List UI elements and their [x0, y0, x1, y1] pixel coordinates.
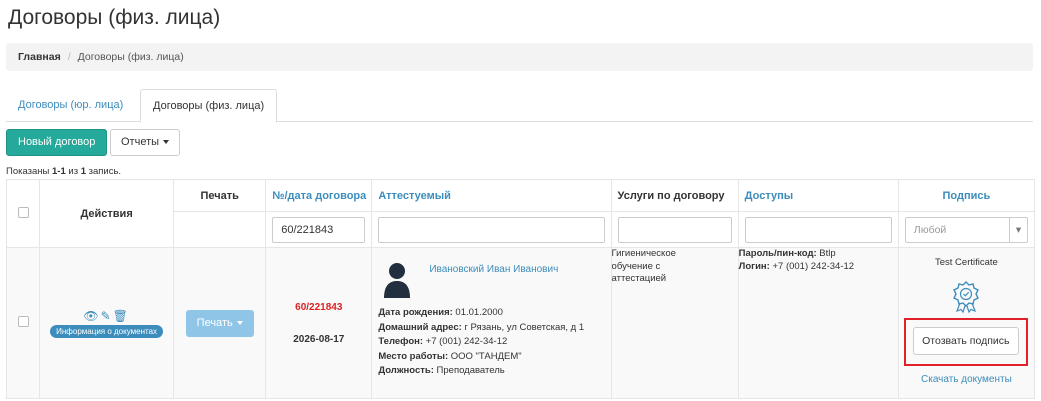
view-eye-icon[interactable]: 👁 — [83, 309, 100, 323]
certificate-name: Test Certificate — [934, 257, 998, 268]
login-label: Логин: — [738, 260, 770, 272]
contract-number: 60/221843 — [295, 301, 343, 313]
pin-value: Btlp — [819, 248, 836, 259]
row-checkbox[interactable] — [17, 316, 29, 327]
filter-signature-cell: Любой ▾ — [897, 211, 1036, 248]
position-value: Преподаватель — [436, 365, 505, 376]
row-select-cell — [5, 247, 41, 399]
col-signature-sort[interactable]: Подпись — [897, 179, 1036, 212]
service-line: аттестацией — [611, 273, 667, 284]
highlight-box: Отозвать подпись — [903, 318, 1028, 366]
contracts-table: Действия Печать №/дата договора Аттестуе… — [5, 179, 1036, 399]
table-row: 👁✎🗑 Информация о документах Печать 60/22… — [5, 247, 1036, 399]
service-line: обучение с — [611, 260, 661, 272]
phone-label: Телефон: — [378, 336, 424, 347]
select-all-checkbox[interactable] — [17, 206, 29, 218]
filter-services-cell — [610, 211, 739, 248]
filter-access-cell — [737, 211, 899, 248]
col-contract-sort[interactable]: №/дата договора — [265, 179, 373, 212]
page-title: Договоры (физ. лица) — [8, 6, 221, 29]
user-avatar-icon — [384, 263, 411, 298]
caret-down-icon — [163, 140, 170, 145]
pin-label: Пароль/пин-код: — [738, 248, 817, 259]
breadcrumb-separator: / — [67, 51, 71, 63]
filter-access-input[interactable] — [744, 216, 892, 243]
row-print-cell: Печать — [173, 247, 267, 399]
position-label: Должность: — [378, 365, 434, 376]
row-access-cell: Пароль/пин-код: Btlp Логин: +7 (001) 242… — [737, 247, 899, 399]
row-actions-cell: 👁✎🗑 Информация о документах — [39, 247, 175, 399]
filter-print-cell — [173, 211, 267, 248]
tabs-bar: Договоры (юр. лица) Договоры (физ. лица) — [6, 89, 1033, 123]
col-actions: Действия — [39, 179, 175, 248]
birth-label: Дата рождения: — [378, 307, 453, 318]
phone-value: +7 (001) 242-34-12 — [425, 336, 508, 347]
summary-range: 1-1 — [52, 166, 66, 177]
select-arrow-icon: ▾ — [1009, 217, 1027, 242]
download-documents-link[interactable]: Скачать документы — [899, 374, 1034, 385]
delete-trash-icon[interactable]: 🗑 — [113, 309, 130, 323]
summary-prefix: Показаны — [6, 166, 53, 177]
revoke-signature-button[interactable]: Отозвать подпись — [912, 327, 1019, 355]
summary-middle: из — [65, 166, 81, 177]
contract-date: 2026-08-17 — [293, 333, 345, 345]
row-person-cell: Ивановский Иван Иванович Дата рождения: … — [371, 247, 612, 399]
birth-value: 01.01.2000 — [455, 307, 503, 318]
breadcrumb-home[interactable]: Главная — [18, 51, 61, 63]
person-name-link[interactable]: Ивановский Иван Иванович — [429, 264, 558, 275]
filter-signature-select[interactable]: Любой ▾ — [904, 216, 1028, 243]
col-person-sort[interactable]: Аттестуемый — [371, 179, 612, 212]
work-value: ООО "ТАНДЕМ" — [450, 350, 522, 362]
filter-person-input[interactable] — [378, 216, 605, 243]
filter-person-cell — [371, 211, 612, 248]
work-label: Место работы: — [378, 350, 449, 362]
address-value: г Рязань, ул Советская, д 1 — [464, 321, 585, 333]
documents-info-badge[interactable]: Информация о документах — [50, 324, 164, 338]
filter-services-input[interactable] — [617, 216, 732, 243]
breadcrumb-current: Договоры (физ. лица) — [77, 51, 184, 63]
filter-contract-input[interactable]: 60/221843 — [272, 216, 366, 243]
print-label: Печать — [196, 316, 233, 329]
signature-block: Test Certificate Отозвать подпись Скачат… — [899, 248, 1034, 398]
tab-individuals[interactable]: Договоры (физ. лица) — [140, 89, 278, 123]
print-dropdown-button[interactable]: Печать — [185, 309, 254, 337]
row-signature-cell: Test Certificate Отозвать подпись Скачат… — [897, 247, 1036, 399]
row-contract-cell: 60/221843 2026-08-17 — [265, 247, 373, 399]
address-label: Домашний адрес: — [378, 321, 462, 333]
breadcrumb: Главная / Договоры (физ. лица) — [6, 43, 1033, 71]
row-action-icons: 👁✎🗑 — [40, 309, 173, 323]
filter-signature-value: Любой — [913, 223, 947, 236]
select-all-cell — [5, 179, 41, 248]
row-services-cell: Гигиеническое обучение с аттестацией — [610, 247, 739, 399]
new-contract-button[interactable]: Новый договор — [6, 129, 108, 156]
reports-label: Отчеты — [121, 136, 160, 148]
results-summary: Показаны 1-1 из 1 запись. — [6, 166, 121, 177]
caret-down-icon — [236, 320, 243, 325]
reports-dropdown-button[interactable]: Отчеты — [110, 129, 181, 156]
edit-pencil-icon[interactable]: ✎ — [101, 309, 113, 323]
col-access-sort[interactable]: Доступы — [737, 179, 899, 212]
service-line: Гигиеническое — [611, 248, 676, 259]
col-print: Печать — [173, 179, 267, 212]
person-block: Ивановский Иван Иванович Дата рождения: … — [372, 248, 610, 398]
certificate-badge-icon — [953, 281, 980, 313]
filter-contract-cell: 60/221843 — [265, 211, 373, 248]
person-details: Дата рождения: 01.01.2000 Домашний адрес… — [378, 306, 584, 379]
login-value: +7 (001) 242-34-12 — [772, 260, 855, 272]
summary-suffix: запись. — [86, 166, 122, 177]
col-services: Услуги по договору — [610, 179, 739, 212]
tab-legal-entities[interactable]: Договоры (юр. лица) — [6, 89, 135, 122]
header-row: Действия Печать №/дата договора Аттестуе… — [5, 179, 1036, 248]
